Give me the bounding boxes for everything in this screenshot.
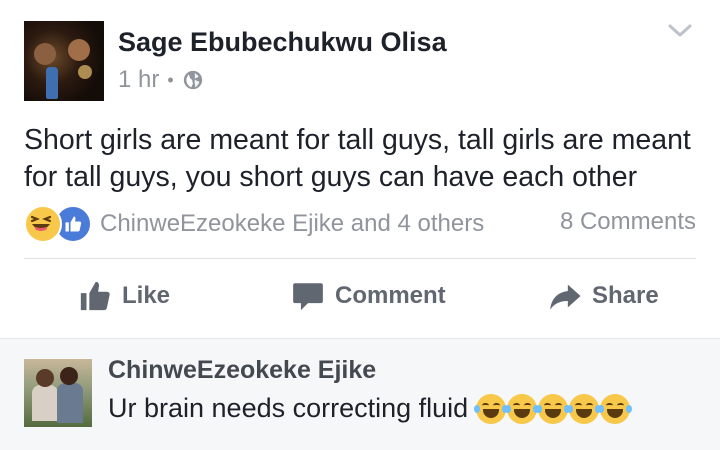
divider	[24, 258, 696, 259]
thumbs-up-icon	[80, 281, 110, 311]
post-text: Short girls are meant for tall guys, tal…	[24, 124, 691, 193]
comment-button[interactable]: Comment	[291, 279, 446, 313]
post-card: Sage Ebubechukwu Olisa 1 hr • Short girl…	[0, 0, 720, 338]
share-label: Share	[592, 282, 659, 309]
meta-separator: •	[167, 69, 174, 90]
haha-reaction-icon	[24, 205, 62, 243]
like-label: Like	[122, 282, 171, 309]
tears-of-joy-emoji-icon	[474, 393, 509, 424]
post-meta: 1 hr •	[118, 66, 204, 94]
comments-count[interactable]: 8 Comments	[560, 208, 696, 236]
reaction-names[interactable]: ChinweEzeokeke Ejike and 4 others	[100, 210, 484, 238]
comment-text-line: Ur brain needs correcting fluid	[108, 393, 633, 424]
post-time[interactable]: 1 hr	[118, 66, 159, 94]
comment-text: Ur brain needs correcting fluid	[108, 393, 469, 423]
comment-label: Comment	[335, 282, 446, 309]
share-button[interactable]: Share	[548, 279, 659, 313]
emoji-group	[474, 393, 633, 424]
share-arrow-icon	[550, 284, 581, 310]
author-avatar[interactable]	[24, 21, 104, 101]
comment-bubble-icon	[293, 283, 323, 311]
like-button[interactable]: Like	[78, 279, 170, 313]
commenter-name[interactable]: ChinweEzeokeke Ejike	[108, 356, 376, 385]
reactions-summary[interactable]: ChinweEzeokeke Ejike and 4 others	[24, 205, 484, 243]
tears-of-joy-emoji-icon	[536, 393, 571, 424]
chevron-down-icon[interactable]	[666, 20, 694, 42]
tears-of-joy-emoji-icon	[567, 393, 602, 424]
tears-of-joy-emoji-icon	[505, 393, 540, 424]
commenter-avatar[interactable]	[24, 359, 92, 427]
tears-of-joy-emoji-icon	[598, 393, 633, 424]
post-author-name[interactable]: Sage Ebubechukwu Olisa	[118, 27, 447, 58]
globe-icon	[183, 70, 202, 90]
